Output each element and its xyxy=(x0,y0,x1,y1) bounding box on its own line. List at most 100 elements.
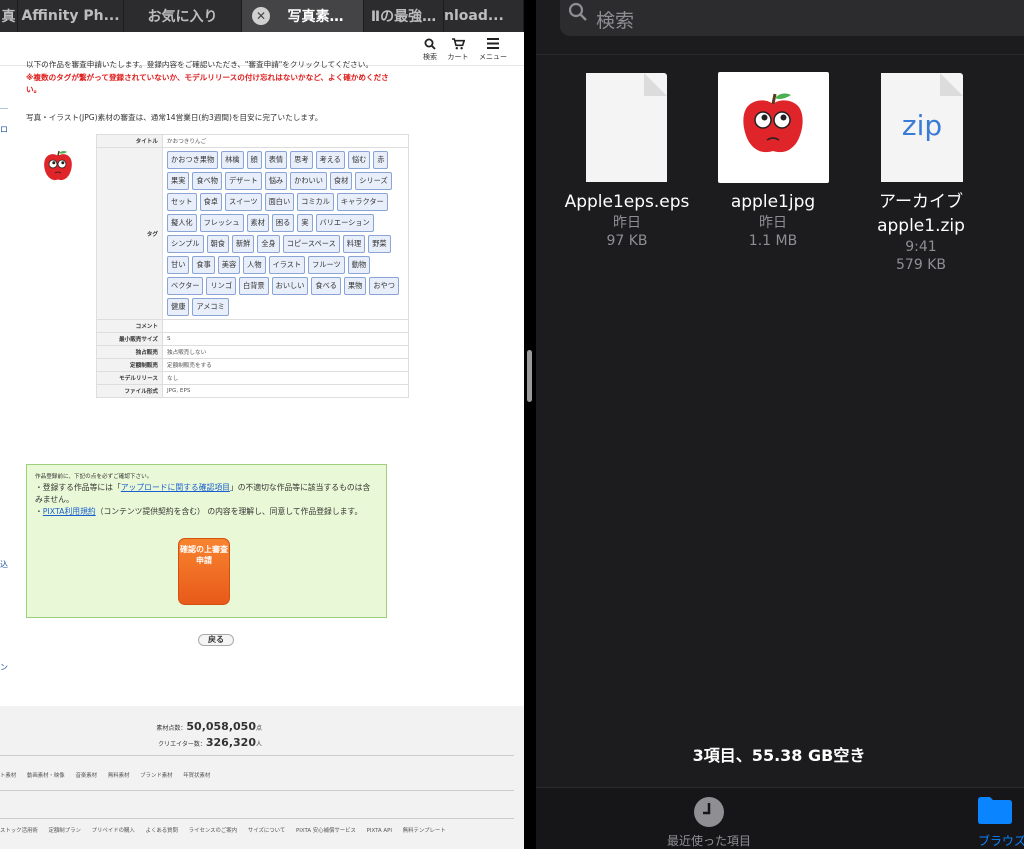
left-edge-link[interactable]: ロ xyxy=(0,124,8,135)
cart-icon xyxy=(443,38,473,52)
tag-chip[interactable]: 人物 xyxy=(243,256,266,274)
tag-chip[interactable]: 果物 xyxy=(343,277,367,295)
close-tab-icon[interactable]: ✕ xyxy=(252,7,270,25)
tag-chip[interactable]: 白背景 xyxy=(239,277,269,295)
tab-browse[interactable]: ブラウズ xyxy=(978,796,1024,849)
creator-count-label: クリエイター数： xyxy=(158,741,206,748)
file-size: 97 KB xyxy=(606,233,648,249)
tab-download[interactable]: nload... xyxy=(444,0,524,32)
file-info: Apple1eps.eps 昨日 97 KB xyxy=(552,190,702,250)
left-edge-link[interactable]: ン xyxy=(0,662,8,673)
tag-chip[interactable]: アメコミ xyxy=(192,298,229,316)
tag-chip[interactable]: コミカル xyxy=(297,193,334,211)
tag-chip[interactable]: シンプル xyxy=(167,235,204,253)
tag-chip[interactable]: 困る xyxy=(271,214,295,232)
comment-value xyxy=(162,319,409,333)
tag-chip[interactable]: セット xyxy=(167,193,197,211)
footer-divider xyxy=(0,818,514,819)
tag-chip[interactable]: 食卓 xyxy=(199,193,222,211)
tag-chip[interactable]: 食事 xyxy=(192,256,215,274)
tag-chip[interactable]: フルーツ xyxy=(308,256,345,274)
asset-count: 素材点数：50,058,050点 xyxy=(156,720,262,733)
tag-chip[interactable]: スイーツ xyxy=(224,193,262,211)
row-min-size: 最小販売サイズ S xyxy=(96,332,409,346)
tab-5[interactable]: Ⅱの最強… xyxy=(364,0,444,32)
menu-label: メニュー xyxy=(479,53,507,61)
tag-chip[interactable]: 食べる xyxy=(311,277,341,295)
tag-chip[interactable]: 擬人化 xyxy=(167,214,197,232)
site-footer: 素材点数：50,058,050点 クリエイター数：326,320人 ト素材 動画… xyxy=(0,706,524,849)
tag-chip[interactable]: 表情 xyxy=(264,151,288,169)
terms-of-use-link[interactable]: PIXTA利用規約 xyxy=(43,507,96,516)
tag-chip[interactable]: 新鮮 xyxy=(231,235,255,253)
file-name-line-2: apple1.zip xyxy=(877,216,965,236)
tab-recents[interactable]: 最近使った項目 xyxy=(649,796,769,849)
menu-button[interactable]: メニュー xyxy=(478,38,508,62)
tag-chip[interactable]: イラスト xyxy=(268,256,306,274)
tag-chip[interactable]: 思考 xyxy=(290,151,313,169)
split-view-handle[interactable] xyxy=(527,350,532,402)
footer-links-info[interactable]: ストック活用術 定額制プラン プリペイドの購入 よくある質問 ライセンスのご案内… xyxy=(0,826,446,834)
tag-chip[interactable]: 野菜 xyxy=(368,235,391,253)
search-button[interactable]: 検索 xyxy=(415,38,445,62)
tag-chip[interactable]: 素材 xyxy=(246,214,269,232)
tag-chip[interactable]: 顔 xyxy=(246,151,262,169)
tag-chip[interactable]: 面白い xyxy=(264,193,295,211)
tag-chip[interactable]: 食材 xyxy=(329,172,353,190)
tab-pixta-active[interactable]: ✕ 写真素… xyxy=(242,0,364,32)
submit-review-button[interactable]: 確認の上審査申請 xyxy=(178,538,230,605)
tab-label: 写真素… xyxy=(287,9,344,25)
tag-chip[interactable]: 朝食 xyxy=(206,235,229,253)
asset-count-label: 素材点数： xyxy=(156,725,187,732)
tag-chip[interactable]: 食べ物 xyxy=(192,172,222,190)
tag-chip[interactable]: 実 xyxy=(297,214,313,232)
tag-chip[interactable]: リンゴ xyxy=(206,277,237,295)
tag-chip[interactable]: 悩む xyxy=(347,151,371,169)
tag-chip[interactable]: かわいい xyxy=(290,172,327,190)
footer-links-categories[interactable]: ト素材 動画素材・映像 音楽素材 無料素材 ブランド素材 年賀状素材 xyxy=(0,771,210,779)
tag-chip[interactable]: ベクター xyxy=(167,277,204,295)
row-file-format: ファイル形式 JPG, EPS xyxy=(96,384,409,398)
cart-label: カート xyxy=(447,53,469,61)
tag-chip[interactable]: キャラクター xyxy=(336,193,388,211)
zip-archive-icon: zip xyxy=(881,73,963,182)
exclusive-label: 独占販売 xyxy=(96,345,163,359)
files-search-field[interactable]: 検索 xyxy=(560,0,1024,36)
tag-chip[interactable]: 料理 xyxy=(342,235,366,253)
tag-chip[interactable]: デザート xyxy=(224,172,262,190)
tag-chip[interactable]: 果実 xyxy=(167,172,190,190)
tag-chip[interactable]: 健康 xyxy=(167,298,190,316)
fixed-price-label: 定額制販売 xyxy=(96,358,163,372)
left-edge-link[interactable]: 込 xyxy=(0,559,8,570)
tab-affinity[interactable]: Affinity Ph... xyxy=(18,0,124,32)
tag-chip[interactable]: おやつ xyxy=(369,277,399,295)
confirm-line-1: ・登録する作品等には「アップロードに関する確認項目」の不適切な作品等に該当するも… xyxy=(35,482,378,506)
tag-chip[interactable]: かおつき果物 xyxy=(167,151,219,169)
tag-chip[interactable]: シリーズ xyxy=(355,172,392,190)
tab-favorites[interactable]: お気に入り xyxy=(124,0,242,32)
footer-divider xyxy=(0,755,514,756)
tag-chip[interactable]: 全身 xyxy=(257,235,280,253)
tag-chip[interactable]: 悩み xyxy=(264,172,288,190)
back-button[interactable]: 戻る xyxy=(198,634,234,646)
upload-guidelines-link[interactable]: アップロードに関する確認項目 xyxy=(121,483,230,492)
tag-chip[interactable]: おいしい xyxy=(271,277,309,295)
tag-chip[interactable]: 甘い xyxy=(167,256,190,274)
tab-1[interactable]: 真 xyxy=(0,0,18,32)
tag-chip[interactable]: コピースペース xyxy=(282,235,340,253)
tag-chip[interactable]: 動物 xyxy=(347,256,371,274)
tag-chip[interactable]: 美容 xyxy=(217,256,241,274)
tag-chip[interactable]: フレッシュ xyxy=(199,214,244,232)
exclusive-value: 独占販売しない xyxy=(162,345,409,359)
footer-divider xyxy=(0,790,514,791)
files-tab-bar: 最近使った項目 ブラウズ xyxy=(536,787,1024,849)
files-app-pane: 検索 Apple1eps.eps 昨日 97 KB apple1jpg 昨日 1… xyxy=(536,0,1024,849)
apple-thumbnail xyxy=(40,149,76,189)
tag-chip[interactable]: 赤 xyxy=(373,151,389,169)
tag-chip[interactable]: 考える xyxy=(315,151,345,169)
tag-chip[interactable]: 林檎 xyxy=(221,151,244,169)
tag-chip[interactable]: バリエーション xyxy=(315,214,374,232)
left-edge-link[interactable]: ＿ xyxy=(0,100,8,111)
tab-label: Affinity Ph... xyxy=(21,8,120,24)
cart-button[interactable]: カート xyxy=(443,38,473,62)
